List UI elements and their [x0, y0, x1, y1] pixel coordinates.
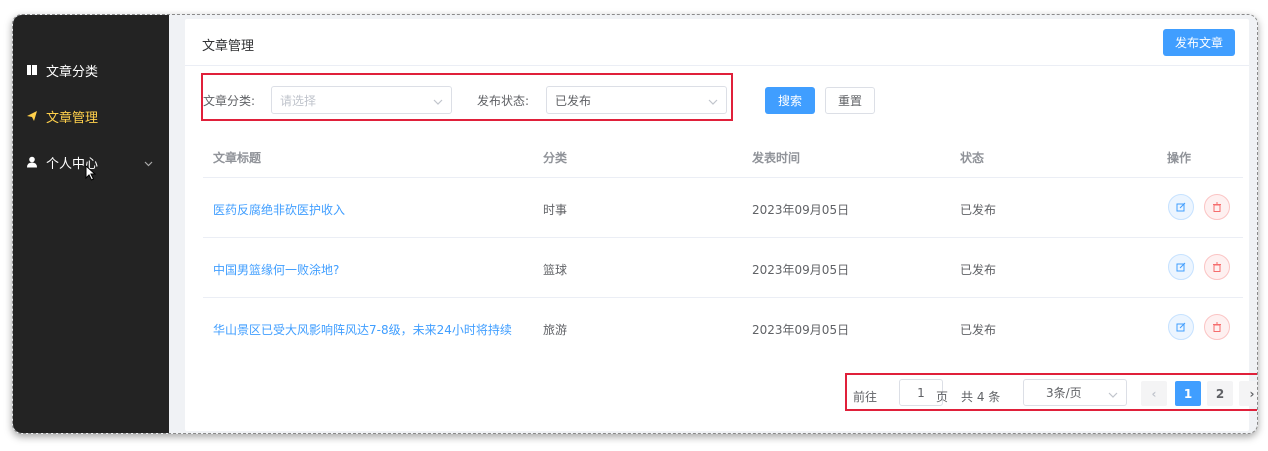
page-size-select[interactable]: 3条/页	[1023, 379, 1127, 406]
table-row: 中国男篮缘何一败涂地? 篮球 2023年09月05日 已发布	[203, 237, 1243, 297]
card-header: 文章管理 发布文章	[185, 19, 1249, 66]
delete-icon	[1213, 262, 1221, 272]
pagination-goto-suffix: 页	[936, 390, 949, 404]
article-status: 已发布	[960, 263, 997, 277]
table-row: 医药反腐绝非砍医护收入 时事 2023年09月05日 已发布	[203, 177, 1243, 237]
reset-button[interactable]: 重置	[825, 87, 875, 114]
article-date: 2023年09月05日	[752, 263, 850, 277]
column-header-date: 发表时间	[752, 151, 801, 165]
sidebar-item-article-category[interactable]: 文章分类	[13, 47, 169, 93]
page-2-button[interactable]: 2	[1207, 381, 1233, 406]
article-category: 时事	[543, 203, 568, 217]
next-page-button[interactable]: ›	[1239, 381, 1257, 406]
main-content: 文章管理 发布文章 文章分类: 请选择 发布状态: 已发布 搜索 重置 文章标题…	[171, 15, 1257, 433]
chevron-down-icon	[708, 95, 718, 109]
edit-icon	[1176, 202, 1186, 212]
table-row: 华山景区已受大风影响阵风达7-8级，未来24小时将持续 旅游 2023年09月0…	[203, 297, 1243, 357]
paper-plane-icon	[24, 108, 40, 124]
chevron-down-icon	[1108, 388, 1118, 402]
user-icon	[24, 154, 40, 170]
article-card: 文章管理 发布文章 文章分类: 请选择 发布状态: 已发布 搜索 重置 文章标题…	[185, 19, 1257, 431]
book-icon	[24, 62, 40, 78]
status-select[interactable]: 已发布	[546, 86, 727, 114]
edit-button[interactable]	[1168, 194, 1194, 220]
search-button[interactable]: 搜索	[765, 87, 815, 114]
edit-button[interactable]	[1168, 314, 1194, 340]
publish-article-button[interactable]: 发布文章	[1163, 29, 1235, 56]
column-header-status: 状态	[960, 151, 985, 165]
article-date: 2023年09月05日	[752, 203, 850, 217]
delete-icon	[1213, 322, 1221, 332]
app-window: 文章分类 文章管理 个人中心 文章管理 发布文章 文章分类: 请选择 发布状态:…	[12, 14, 1258, 434]
category-select-placeholder: 请选择	[280, 93, 317, 108]
article-category: 篮球	[543, 263, 568, 277]
article-title-link[interactable]: 中国男篮缘何一败涂地?	[213, 261, 339, 278]
sidebar: 文章分类 文章管理 个人中心	[13, 15, 169, 433]
sidebar-item-article-management[interactable]: 文章管理	[13, 93, 169, 139]
delete-icon	[1213, 202, 1221, 212]
chevron-down-icon	[433, 95, 443, 109]
status-select-value: 已发布	[555, 93, 592, 108]
column-header-actions: 操作	[1167, 151, 1192, 165]
edit-icon	[1176, 322, 1186, 332]
article-title-link[interactable]: 华山景区已受大风影响阵风达7-8级，未来24小时将持续	[213, 321, 512, 338]
page-1-button[interactable]: 1	[1175, 381, 1201, 406]
column-header-title: 文章标题	[213, 151, 262, 165]
pagination-goto-prefix: 前往	[853, 390, 878, 404]
chevron-down-icon	[144, 156, 153, 171]
prev-page-button[interactable]: ‹	[1141, 381, 1167, 406]
delete-button[interactable]	[1204, 314, 1230, 340]
article-title-link[interactable]: 医药反腐绝非砍医护收入	[213, 201, 345, 218]
status-filter-label: 发布状态:	[477, 94, 530, 108]
edit-icon	[1176, 262, 1186, 272]
page-title: 文章管理	[202, 39, 255, 54]
sidebar-item-label: 文章管理	[46, 110, 99, 126]
article-status: 已发布	[960, 203, 997, 217]
delete-button[interactable]	[1204, 194, 1230, 220]
category-filter-label: 文章分类:	[203, 94, 256, 108]
article-date: 2023年09月05日	[752, 323, 850, 337]
mouse-cursor-icon	[85, 164, 97, 184]
page-size-value: 3条/页	[1046, 386, 1082, 400]
column-header-category: 分类	[543, 151, 568, 165]
pagination-total: 共 4 条	[961, 390, 1001, 404]
delete-button[interactable]	[1204, 254, 1230, 280]
article-category: 旅游	[543, 323, 568, 337]
edit-button[interactable]	[1168, 254, 1194, 280]
sidebar-item-label: 文章分类	[46, 64, 99, 80]
article-status: 已发布	[960, 323, 997, 337]
category-select[interactable]: 请选择	[271, 86, 452, 114]
